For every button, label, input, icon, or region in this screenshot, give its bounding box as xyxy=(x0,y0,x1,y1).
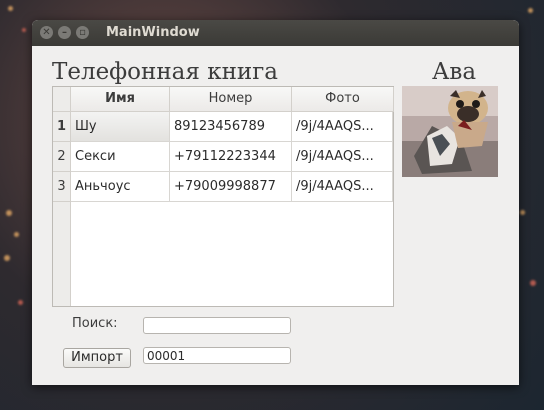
table-cell-number[interactable]: +79009998877 xyxy=(170,172,292,202)
column-header-number[interactable]: Номер xyxy=(170,87,292,112)
table-cell-number[interactable]: +79112223344 xyxy=(170,142,292,172)
column-header-name[interactable]: Имя xyxy=(71,87,170,112)
avatar-heading: Ава xyxy=(432,59,477,85)
search-label: Поиск: xyxy=(72,316,118,331)
title-bar: ✕ – ▫ MainWindow xyxy=(32,20,519,46)
maximize-button[interactable]: ▫ xyxy=(76,26,89,39)
row-header-filler xyxy=(53,202,71,306)
phonebook-heading: Телефонная книга xyxy=(52,59,279,85)
avatar-image xyxy=(402,86,498,177)
table-cell-name[interactable]: Шу xyxy=(71,112,170,142)
row-header[interactable]: 2 xyxy=(53,142,71,172)
contacts-table[interactable]: Имя Номер Фото 1 Шу 89123456789 /9j/4AAQ… xyxy=(52,86,394,307)
import-field[interactable]: 00001 xyxy=(143,347,291,364)
column-header-photo[interactable]: Фото xyxy=(292,87,394,112)
row-header[interactable]: 1 xyxy=(53,112,71,142)
search-input[interactable] xyxy=(143,317,291,334)
table-cell-name[interactable]: Аньчоус xyxy=(71,172,170,202)
row-header[interactable]: 3 xyxy=(53,172,71,202)
import-button[interactable]: Импорт xyxy=(63,348,131,368)
table-cell-name[interactable]: Секси xyxy=(71,142,170,172)
table-cell-photo[interactable]: /9j/4AAQS... xyxy=(292,172,393,202)
table-corner[interactable] xyxy=(53,87,71,112)
close-button[interactable]: ✕ xyxy=(40,26,53,39)
table-cell-number[interactable]: 89123456789 xyxy=(170,112,292,142)
table-cell-photo[interactable]: /9j/4AAQS... xyxy=(292,142,393,172)
window-title: MainWindow xyxy=(106,25,200,40)
main-window: ✕ – ▫ MainWindow Телефонная книга Ава Им… xyxy=(32,20,519,385)
minimize-button[interactable]: – xyxy=(58,26,71,39)
table-cell-photo[interactable]: /9j/4AAQS... xyxy=(292,112,393,142)
